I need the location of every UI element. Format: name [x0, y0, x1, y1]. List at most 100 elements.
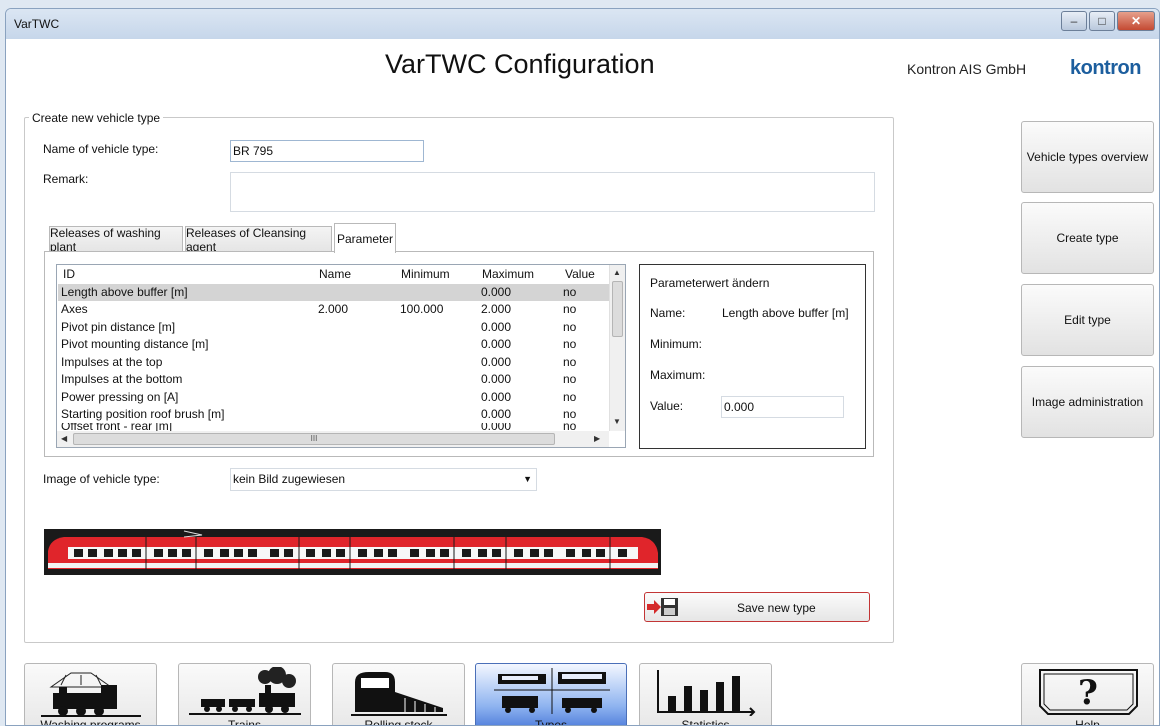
- table-row[interactable]: Pivot mounting distance [m] 0.000 no: [58, 336, 609, 353]
- cell-maximum: 2.000: [481, 302, 512, 316]
- help-button[interactable]: ? Help: [1021, 663, 1154, 726]
- horizontal-scroll-thumb[interactable]: III: [73, 433, 555, 445]
- table-row[interactable]: Pivot pin distance [m] 0.000 no: [58, 319, 609, 336]
- minimize-button[interactable]: ‒: [1061, 11, 1087, 31]
- tab-parameter[interactable]: Parameter: [334, 223, 396, 253]
- washing-locomotive-icon: [41, 672, 141, 717]
- statistics-label: Statistics: [681, 718, 730, 726]
- image-select[interactable]: kein Bild zugewiesen ▼: [230, 468, 537, 491]
- cell-maximum: 0.000: [481, 285, 512, 299]
- bar-chart-icon: [657, 670, 756, 716]
- vehicle-types-overview-button[interactable]: Vehicle types overview: [1021, 121, 1154, 193]
- types-label: Types: [534, 718, 567, 726]
- column-header-minimum[interactable]: Minimum: [401, 267, 450, 281]
- svg-text:?: ?: [1078, 673, 1098, 713]
- vehicle-image: [44, 529, 661, 575]
- cell-id: Offset front - rear [m]: [61, 423, 173, 431]
- tab-releases-cleansing-agent[interactable]: Releases of Cleansing agent: [185, 226, 332, 254]
- cell-maximum: 0.000: [481, 390, 512, 404]
- column-header-maximum[interactable]: Maximum: [482, 267, 534, 281]
- rolling-stock-icon: [351, 672, 447, 716]
- maximize-button[interactable]: □: [1089, 11, 1115, 31]
- cell-maximum: 0.000: [481, 407, 512, 421]
- cell-id: Impulses at the bottom: [61, 372, 183, 386]
- scroll-down-icon[interactable]: ▼: [613, 417, 621, 426]
- cell-maximum: 0.000: [481, 423, 512, 431]
- cell-id: Impulses at the top: [61, 355, 163, 369]
- param-value-label: Value:: [650, 399, 684, 413]
- vertical-scroll-thumb[interactable]: [612, 281, 623, 337]
- remark-field[interactable]: [230, 172, 875, 212]
- column-header-id[interactable]: ID: [63, 267, 75, 281]
- save-new-type-button[interactable]: Save new type: [644, 592, 870, 622]
- cell-id: Length above buffer [m]: [61, 285, 188, 299]
- cell-id: Pivot mounting distance [m]: [61, 337, 209, 351]
- statistics-button[interactable]: Statistics: [639, 663, 772, 726]
- cell-value: no: [563, 423, 577, 431]
- group-title: Create new vehicle type: [29, 111, 164, 125]
- window-title: VarTWC: [14, 17, 60, 31]
- column-header-name[interactable]: Name: [319, 267, 351, 281]
- table-row[interactable]: Offset front - rear [m] 0.000 no: [58, 423, 609, 431]
- scroll-up-icon[interactable]: ▲: [613, 268, 621, 277]
- param-value-field[interactable]: 0.000: [721, 396, 844, 418]
- param-minimum-label: Minimum:: [650, 337, 703, 351]
- scroll-right-icon[interactable]: ▶: [594, 434, 600, 443]
- vehicle-types-icon: [494, 668, 610, 714]
- cell-value: no: [563, 285, 577, 299]
- app-window: VarTWC ‒ □ ✕ VarTWC Configuration Kontro…: [5, 8, 1160, 726]
- cell-maximum: 0.000: [481, 355, 512, 369]
- brand-logo: kontron: [1070, 57, 1141, 79]
- cell-maximum: 0.000: [481, 337, 512, 351]
- help-icon: ?: [1039, 669, 1138, 715]
- tab-releases-washing-plant[interactable]: Releases of washing plant: [49, 226, 183, 254]
- main-content: VarTWC Configuration Kontron AIS GmbH ko…: [12, 39, 1155, 726]
- parameter-grid[interactable]: ID Name Minimum Maximum Value Length abo…: [56, 264, 626, 448]
- washing-programs-button[interactable]: Washing programs: [24, 663, 157, 726]
- cell-id: Starting position roof brush [m]: [61, 407, 225, 421]
- cell-id: Power pressing on [A]: [61, 390, 179, 404]
- table-row[interactable]: Axes 2.000 100.000 2.000 no: [58, 301, 609, 318]
- help-label: Help: [1075, 718, 1100, 726]
- table-row[interactable]: Length above buffer [m] 0.000 no: [58, 284, 609, 301]
- cell-name: 2.000: [318, 302, 349, 316]
- name-label: Name of vehicle type:: [43, 142, 159, 156]
- table-row[interactable]: Starting position roof brush [m] 0.000 n…: [58, 406, 609, 423]
- cell-value: no: [563, 302, 577, 316]
- name-field[interactable]: BR 795: [230, 140, 424, 162]
- cell-value: no: [563, 372, 577, 386]
- remark-label: Remark:: [43, 172, 89, 186]
- image-administration-button[interactable]: Image administration: [1021, 366, 1154, 438]
- table-row[interactable]: Power pressing on [A] 0.000 no: [58, 389, 609, 406]
- washing-programs-label: Washing programs: [40, 718, 141, 726]
- scroll-left-icon[interactable]: ◀: [61, 434, 67, 443]
- table-row[interactable]: Impulses at the bottom 0.000 no: [58, 371, 609, 388]
- param-edit-title: Parameterwert ändern: [650, 276, 770, 290]
- cell-value: no: [563, 320, 577, 334]
- cell-minimum: 100.000: [400, 302, 444, 316]
- table-row[interactable]: Impulses at the top 0.000 no: [58, 354, 609, 371]
- save-button-label: Save new type: [737, 601, 816, 615]
- title-bar: VarTWC ‒ □ ✕: [6, 9, 1159, 39]
- train-icon: [48, 530, 658, 569]
- parameter-edit-panel: Parameterwert ändern Name: Length above …: [639, 264, 866, 449]
- trains-button[interactable]: Trains: [178, 663, 311, 726]
- steam-train-icon: [189, 667, 301, 715]
- cell-maximum: 0.000: [481, 372, 512, 386]
- grid-vertical-scrollbar[interactable]: ▲ ▼: [609, 265, 625, 431]
- trains-label: Trains: [228, 718, 261, 726]
- page-title: VarTWC Configuration: [385, 49, 655, 79]
- cell-value: no: [563, 337, 577, 351]
- param-name-label: Name:: [650, 306, 686, 320]
- create-type-button[interactable]: Create type: [1021, 202, 1154, 274]
- rolling-stock-button[interactable]: Rolling stock: [332, 663, 465, 725]
- company-name: Kontron AIS GmbH: [907, 61, 1027, 77]
- types-button[interactable]: Types: [475, 663, 627, 726]
- close-button[interactable]: ✕: [1117, 11, 1155, 31]
- image-label: Image of vehicle type:: [43, 472, 160, 486]
- column-header-value[interactable]: Value: [565, 267, 595, 281]
- cell-maximum: 0.000: [481, 320, 512, 334]
- cell-id: Pivot pin distance [m]: [61, 320, 176, 334]
- edit-type-button[interactable]: Edit type: [1021, 284, 1154, 356]
- grid-horizontal-scrollbar[interactable]: ◀ III ▶: [57, 431, 609, 447]
